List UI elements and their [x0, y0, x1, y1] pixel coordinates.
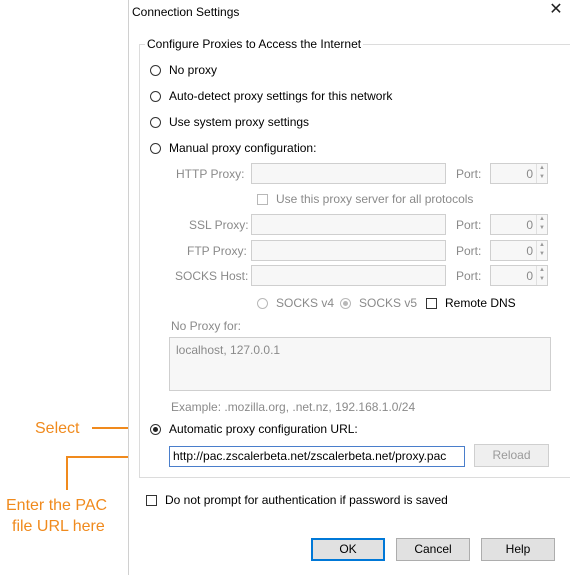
ftp-port-value: 0 — [526, 244, 533, 258]
ssl-port-value: 0 — [526, 218, 533, 232]
ssl-proxy-label: SSL Proxy: — [189, 218, 249, 232]
share-proxy-checkbox[interactable] — [257, 193, 268, 205]
socks-port-label: Port: — [456, 269, 482, 283]
radio-auto-detect[interactable] — [150, 90, 161, 102]
help-button[interactable]: Help — [481, 538, 555, 561]
socks-v5-option[interactable]: SOCKS v5 — [340, 296, 417, 310]
radio-pac-url[interactable] — [150, 423, 161, 435]
label-no-proxy: No proxy — [169, 63, 218, 77]
ftp-port-stepper[interactable]: 0 ▲ ▼ — [490, 240, 548, 261]
http-port-label: Port: — [456, 167, 482, 181]
ftp-port-label: Port: — [456, 244, 482, 258]
remote-dns-checkbox[interactable] — [426, 297, 437, 309]
label-auto-detect: Auto-detect proxy settings for this netw… — [169, 89, 393, 103]
spin-arrows-icon[interactable]: ▲ ▼ — [536, 241, 547, 260]
ftp-proxy-label: FTP Proxy: — [187, 244, 247, 258]
socks-v4-label: SOCKS v4 — [276, 296, 335, 310]
ok-button[interactable]: OK — [311, 538, 385, 561]
close-icon[interactable]: ✕ — [548, 2, 564, 18]
spin-arrows-icon[interactable]: ▲ ▼ — [536, 266, 547, 285]
option-auto-detect[interactable]: Auto-detect proxy settings for this netw… — [150, 89, 392, 103]
spin-arrows-icon[interactable]: ▲ ▼ — [536, 164, 547, 183]
socks-v4-radio[interactable] — [257, 297, 268, 309]
remote-dns-label: Remote DNS — [445, 296, 516, 310]
option-system-proxy[interactable]: Use system proxy settings — [150, 115, 309, 129]
no-proxy-textarea[interactable]: localhost, 127.0.0.1 — [169, 337, 551, 391]
http-port-stepper[interactable]: 0 ▲ ▼ — [490, 163, 548, 184]
pac-url-input[interactable]: http://pac.zscalerbeta.net/zscalerbeta.n… — [169, 446, 465, 467]
http-proxy-label: HTTP Proxy: — [176, 167, 245, 181]
share-proxy-label: Use this proxy server for all protocols — [276, 192, 474, 206]
spin-arrows-icon[interactable]: ▲ ▼ — [536, 215, 547, 234]
option-no-proxy[interactable]: No proxy — [150, 63, 217, 77]
socks-v5-label: SOCKS v5 — [359, 296, 418, 310]
reload-button[interactable]: Reload — [474, 444, 549, 467]
radio-manual-proxy[interactable] — [150, 142, 161, 154]
socks-host-input[interactable] — [251, 265, 446, 286]
http-port-value: 0 — [526, 167, 533, 181]
enter-pac-annotation-line2: file URL here — [12, 518, 105, 535]
ssl-proxy-input[interactable] — [251, 214, 446, 235]
ssl-port-label: Port: — [456, 218, 482, 232]
ssl-port-stepper[interactable]: 0 ▲ ▼ — [490, 214, 548, 235]
cancel-button[interactable]: Cancel — [396, 538, 470, 561]
socks-v5-radio[interactable] — [340, 297, 351, 309]
share-proxy-option[interactable]: Use this proxy server for all protocols — [257, 192, 473, 206]
option-pac-url[interactable]: Automatic proxy configuration URL: — [150, 422, 358, 436]
option-manual-proxy[interactable]: Manual proxy configuration: — [150, 141, 316, 155]
select-annotation: Select — [35, 420, 80, 437]
auth-prompt-label: Do not prompt for authentication if pass… — [165, 493, 448, 507]
radio-system-proxy[interactable] — [150, 116, 161, 128]
socks-port-stepper[interactable]: 0 ▲ ▼ — [490, 265, 548, 286]
auth-prompt-option[interactable]: Do not prompt for authentication if pass… — [146, 493, 448, 507]
no-proxy-example: Example: .mozilla.org, .net.nz, 192.168.… — [171, 400, 416, 414]
radio-no-proxy[interactable] — [150, 64, 161, 76]
socks-host-label: SOCKS Host: — [175, 269, 249, 283]
dialog-title: Connection Settings — [132, 5, 240, 19]
no-proxy-label: No Proxy for: — [171, 319, 242, 333]
enter-pac-annotation-line1: Enter the PAC — [6, 497, 108, 514]
ftp-proxy-input[interactable] — [251, 240, 446, 261]
remote-dns-option[interactable]: Remote DNS — [426, 296, 516, 310]
socks-v4-option[interactable]: SOCKS v4 — [257, 296, 334, 310]
http-proxy-input[interactable] — [251, 163, 446, 184]
label-manual-proxy: Manual proxy configuration: — [169, 141, 317, 155]
socks-port-value: 0 — [526, 269, 533, 283]
label-pac-url: Automatic proxy configuration URL: — [169, 422, 358, 436]
auth-prompt-checkbox[interactable] — [146, 494, 157, 506]
label-system-proxy: Use system proxy settings — [169, 115, 310, 129]
group-legend: Configure Proxies to Access the Internet — [145, 37, 364, 51]
